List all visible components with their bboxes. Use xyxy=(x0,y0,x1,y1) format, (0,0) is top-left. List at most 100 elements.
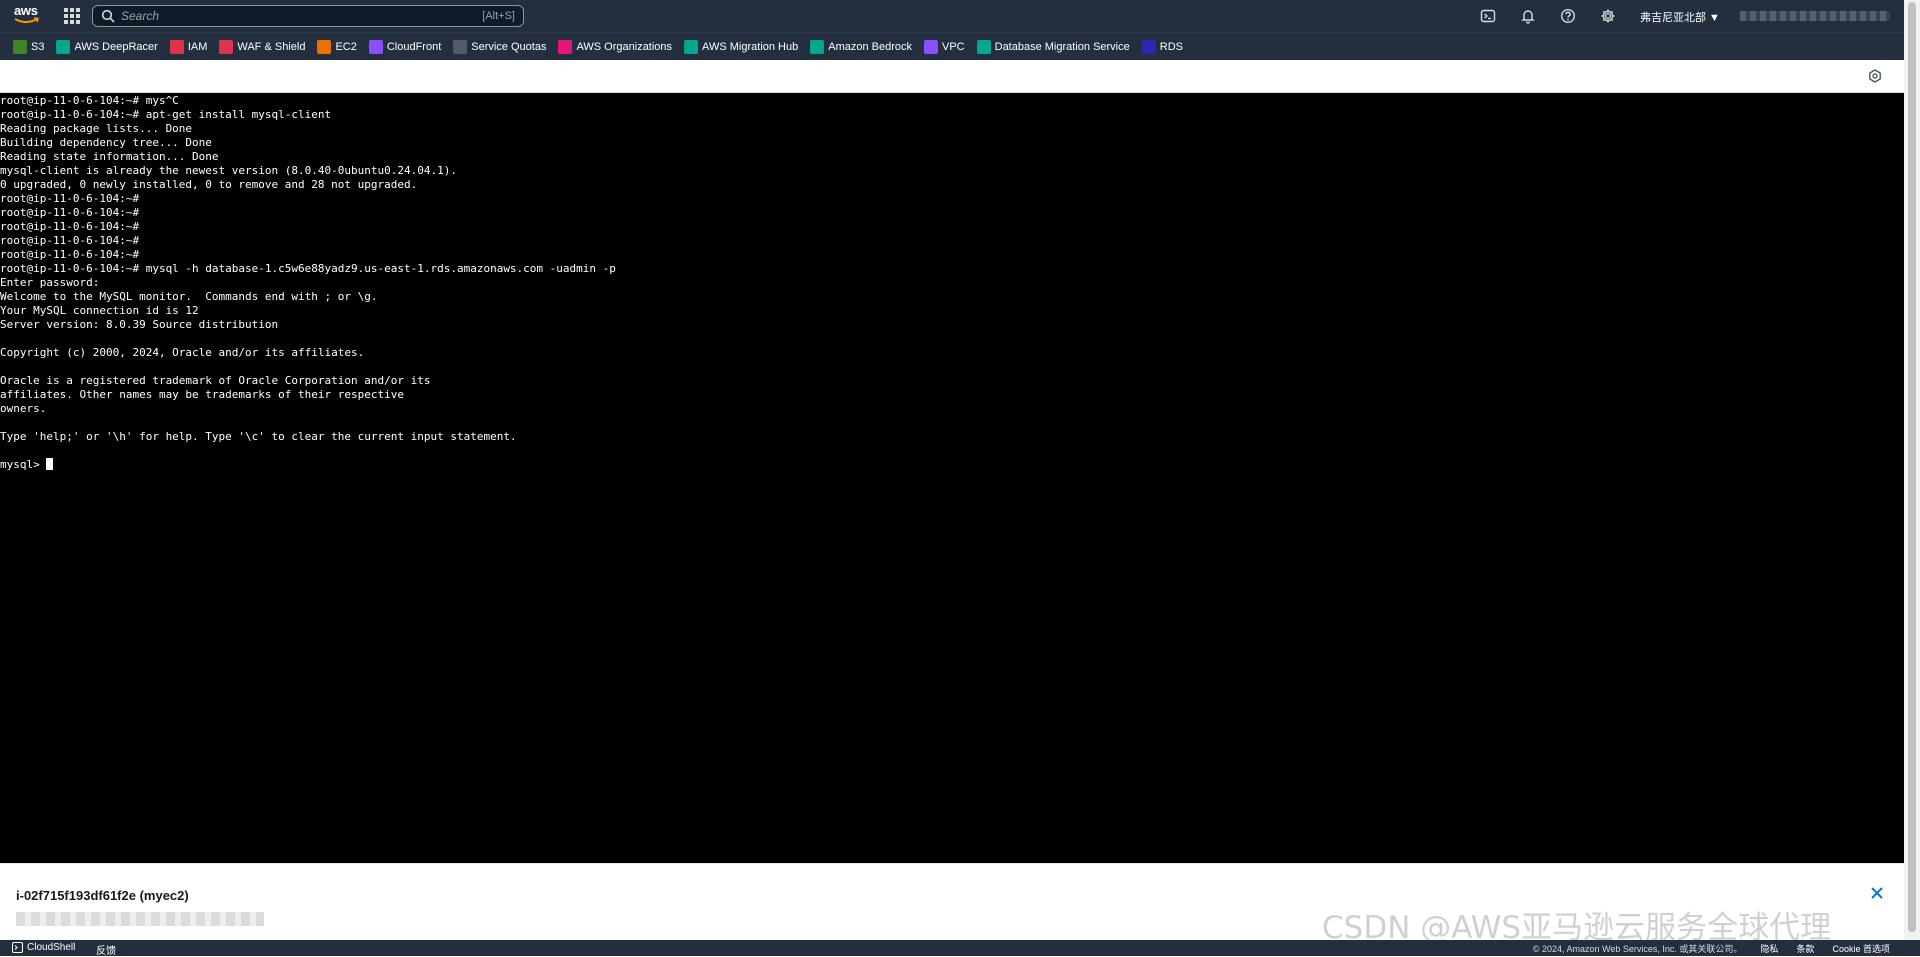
notifications-bell-icon[interactable] xyxy=(1520,8,1536,24)
favorite-s3[interactable]: S3 xyxy=(13,39,45,54)
favorite-vpc[interactable]: VPC xyxy=(924,39,965,54)
footer-feedback-link[interactable]: 反馈 xyxy=(96,942,116,957)
session-header xyxy=(0,60,1904,93)
aws-logo-text: aws xyxy=(14,3,38,18)
iam-icon xyxy=(169,39,184,54)
terminal-line: root@ip-11-0-6-104:~# xyxy=(0,220,140,233)
vpc-icon xyxy=(924,39,938,54)
search-box[interactable]: [Alt+S] xyxy=(92,5,524,27)
favorite-service-quotas[interactable]: Service Quotas xyxy=(453,39,547,54)
console-footer: CloudShell 反馈 © 2024, Amazon Web Service… xyxy=(0,940,1920,957)
favorite-label: CloudFront xyxy=(386,40,442,53)
favorite-label: AWS DeepRacer xyxy=(74,40,158,53)
page-scrollbar[interactable] xyxy=(1904,0,1920,940)
terminal-line: root@ip-11-0-6-104:~# xyxy=(0,234,140,247)
favorite-label: WAF & Shield xyxy=(237,40,306,53)
favorite-cloudfront[interactable]: CloudFront xyxy=(368,39,442,54)
cloudfront-icon xyxy=(368,39,383,54)
session-settings-icon[interactable] xyxy=(1868,69,1882,83)
instance-info-panel: i-02f715f193df61f2e (myec2) xyxy=(0,863,1904,940)
instance-id-title: i-02f715f193df61f2e (myec2) xyxy=(16,888,189,903)
rds-icon xyxy=(1141,39,1156,54)
organizations-icon xyxy=(558,39,573,54)
footer-terms-link[interactable]: 条款 xyxy=(1796,942,1814,955)
search-shortcut-hint: [Alt+S] xyxy=(482,10,515,22)
terminal-line: Your MySQL connection id is 12 xyxy=(0,304,199,317)
terminal-line: Server version: 8.0.39 Source distributi… xyxy=(0,318,279,331)
terminal-line: root@ip-11-0-6-104:~# mysql -h database-… xyxy=(0,262,616,275)
favorite-label: Amazon Bedrock xyxy=(828,40,912,53)
scrollbar-thumb[interactable] xyxy=(1908,2,1916,932)
service-quotas-icon xyxy=(453,39,468,54)
migration-hub-icon xyxy=(684,39,699,54)
footer-links: © 2024, Amazon Web Services, Inc. 或其关联公司… xyxy=(1515,942,1890,955)
favorite-database-migration-service[interactable]: Database Migration Service xyxy=(976,39,1130,54)
terminal-line: mysql-client is already the newest versi… xyxy=(0,164,457,177)
s3-icon xyxy=(13,39,27,54)
terminal-line: 0 upgraded, 0 newly installed, 0 to remo… xyxy=(0,178,418,191)
terminal-output[interactable]: root@ip-11-0-6-104:~# mys^C root@ip-11-0-… xyxy=(0,93,1904,863)
favorite-label: VPC xyxy=(942,40,965,53)
terminal-line: Oracle is a registered trademark of Orac… xyxy=(0,374,431,387)
favorite-label: S3 xyxy=(31,40,45,53)
terminal-line: Type 'help;' or '\h' for help. Type '\c'… xyxy=(0,430,517,443)
terminal-icon xyxy=(12,942,23,953)
favorite-label: Database Migration Service xyxy=(994,40,1130,53)
favorite-label: IAM xyxy=(187,40,208,53)
terminal-line: root@ip-11-0-6-104:~# xyxy=(0,206,140,219)
terminal-line: Copyright (c) 2000, 2024, Oracle and/or … xyxy=(0,346,365,359)
favorite-label: RDS xyxy=(1159,40,1183,53)
dms-icon xyxy=(976,39,991,54)
terminal-line: Welcome to the MySQL monitor. Commands e… xyxy=(0,290,378,303)
favorite-waf-shield[interactable]: WAF & Shield xyxy=(219,39,306,54)
aws-smile-icon xyxy=(14,17,39,23)
region-selector[interactable]: 弗吉尼亚北部 ▼ xyxy=(1640,9,1720,25)
favorite-rds[interactable]: RDS xyxy=(1141,39,1183,54)
favorite-aws-organizations[interactable]: AWS Organizations xyxy=(558,39,673,54)
footer-copyright: © 2024, Amazon Web Services, Inc. 或其关联公司… xyxy=(1532,944,1743,954)
account-menu-redacted[interactable] xyxy=(1740,11,1890,21)
favorites-bar: S3 AWS DeepRacer IAM WAF & Shield EC2 CloudFr… xyxy=(0,32,1920,60)
waf-icon xyxy=(219,39,234,54)
terminal-line: affiliates. Other names may be trademark… xyxy=(0,388,404,401)
terminal-line: root@ip-11-0-6-104:~# apt-get install my… xyxy=(0,108,332,121)
footer-cloudshell-label: CloudShell xyxy=(27,942,76,953)
favorite-label: Service Quotas xyxy=(471,40,547,53)
cloudshell-icon[interactable] xyxy=(1480,8,1496,24)
favorite-label: EC2 xyxy=(335,40,357,53)
footer-cloudshell-button[interactable]: CloudShell xyxy=(12,942,75,953)
favorite-aws-migration-hub[interactable]: AWS Migration Hub xyxy=(684,39,799,54)
mysql-prompt-line[interactable]: mysql> xyxy=(0,458,1904,472)
favorite-amazon-bedrock[interactable]: Amazon Bedrock xyxy=(810,39,912,54)
terminal-line: root@ip-11-0-6-104:~# mys^C xyxy=(0,94,179,107)
terminal-line: Building dependency tree... Done xyxy=(0,136,212,149)
favorite-ec2[interactable]: EC2 xyxy=(317,39,357,54)
terminal-line: owners. xyxy=(0,402,47,415)
favorite-label: AWS Organizations xyxy=(576,40,673,53)
close-icon[interactable] xyxy=(1870,886,1884,900)
aws-logo[interactable]: aws xyxy=(14,4,40,28)
ec2-icon xyxy=(317,39,332,54)
terminal-line: root@ip-11-0-6-104:~# xyxy=(0,192,140,205)
help-icon[interactable] xyxy=(1560,8,1576,24)
search-icon xyxy=(101,9,115,23)
terminal-line: Reading state information... Done xyxy=(0,150,219,163)
instance-details-redacted xyxy=(16,912,264,926)
settings-gear-icon[interactable] xyxy=(1600,8,1616,24)
favorite-iam[interactable]: IAM xyxy=(169,39,208,54)
footer-cookie-link[interactable]: Cookie 首选项 xyxy=(1832,942,1890,955)
favorite-label: AWS Migration Hub xyxy=(702,40,799,53)
deepracer-icon xyxy=(56,39,71,54)
footer-privacy-link[interactable]: 隐私 xyxy=(1760,942,1778,955)
terminal-line: Enter password: xyxy=(0,276,100,289)
search-input[interactable] xyxy=(121,9,483,23)
top-navigation: aws [Alt+S] 弗吉尼亚北部 ▼ xyxy=(0,0,1920,32)
favorite-aws-deepracer[interactable]: AWS DeepRacer xyxy=(56,39,158,54)
terminal-line: root@ip-11-0-6-104:~# xyxy=(0,248,140,261)
terminal-cursor xyxy=(46,458,54,470)
services-menu-icon[interactable] xyxy=(64,8,80,24)
bedrock-icon xyxy=(810,39,825,54)
